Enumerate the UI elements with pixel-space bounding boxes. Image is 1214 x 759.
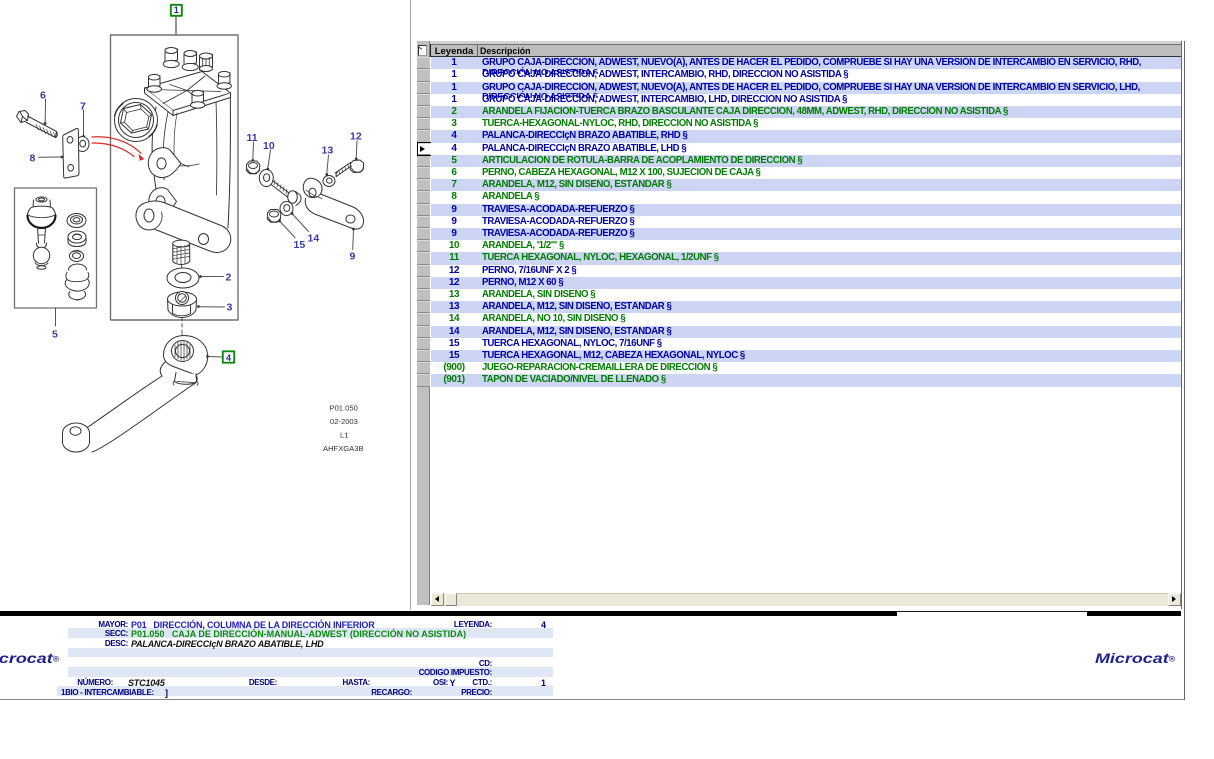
svg-text:5: 5 [52,329,58,341]
svg-text:13: 13 [322,145,334,157]
svg-text:11: 11 [247,132,258,144]
svg-text:8: 8 [30,153,36,165]
svg-text:6: 6 [40,90,46,102]
svg-text:AHFXGA3B: AHFXGA3B [323,444,364,453]
svg-text:15: 15 [294,239,306,251]
svg-text:12: 12 [350,131,362,143]
svg-text:2: 2 [226,272,232,284]
svg-text:L1: L1 [340,431,348,440]
svg-text:1: 1 [174,5,179,15]
svg-text:10: 10 [263,140,275,152]
svg-text:14: 14 [308,233,320,245]
svg-text:P01.050: P01.050 [330,404,358,413]
svg-text:02-2003: 02-2003 [330,417,358,426]
svg-text:9: 9 [350,251,356,263]
svg-text:4: 4 [226,353,231,363]
svg-text:7: 7 [80,101,86,113]
svg-text:3: 3 [227,302,233,314]
